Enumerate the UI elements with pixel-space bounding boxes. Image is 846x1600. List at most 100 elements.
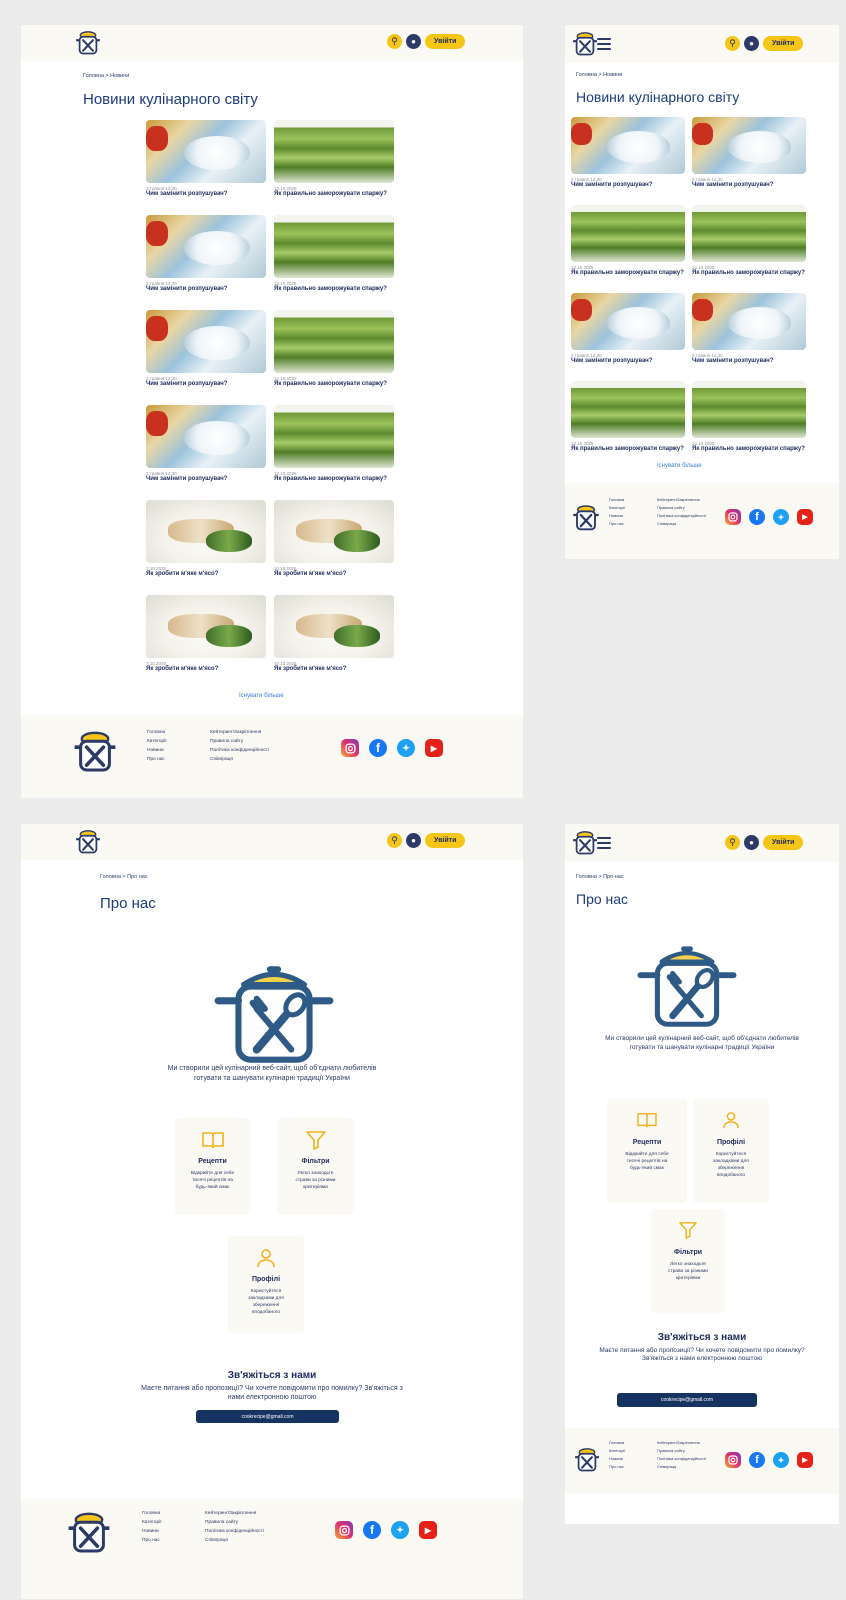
user-icon[interactable]: ● — [406, 833, 421, 848]
menu-icon[interactable] — [597, 837, 611, 849]
footer-link[interactable]: Категорії — [142, 1520, 162, 1525]
news-card[interactable]: 7.10.2025 Як зробити м'яке м'ясо? — [146, 595, 266, 673]
twitter-icon[interactable]: ✦ — [391, 1521, 409, 1539]
facebook-icon[interactable]: f — [363, 1521, 381, 1539]
news-title[interactable]: Як зробити м'яке м'ясо? — [146, 666, 266, 673]
footer-link[interactable]: Головна — [142, 1511, 162, 1516]
footer-link[interactable]: Правила сайту — [205, 1520, 264, 1525]
search-icon[interactable]: ⚲ — [725, 36, 740, 51]
instagram-icon[interactable] — [335, 1521, 353, 1539]
news-thumbnail[interactable] — [146, 120, 266, 183]
news-thumbnail[interactable] — [274, 500, 394, 563]
footer-link[interactable]: Новини — [609, 513, 625, 518]
twitter-icon[interactable]: ✦ — [773, 509, 789, 525]
login-button[interactable]: Увійти — [425, 34, 466, 49]
youtube-icon[interactable]: ▶ — [425, 739, 443, 757]
news-title[interactable]: Як правильно заморожувати спаржу? — [692, 446, 806, 453]
footer-link[interactable]: Співпраця — [210, 757, 269, 762]
footer-link[interactable]: Категорії — [147, 739, 167, 744]
news-title[interactable]: Чим замінити розпушувач? — [571, 358, 685, 365]
footer-link[interactable]: Про нас — [142, 1538, 162, 1543]
news-title[interactable]: Як правильно заморожувати спаржу? — [692, 270, 806, 277]
breadcrumb[interactable]: Головна > Про нас — [576, 874, 624, 880]
youtube-icon[interactable]: ▶ — [797, 1452, 813, 1468]
footer-link[interactable]: Категорії — [609, 505, 625, 510]
login-button[interactable]: Увійти — [425, 833, 466, 848]
news-title[interactable]: Як правильно заморожувати спаржу? — [274, 476, 394, 483]
news-thumbnail[interactable] — [571, 205, 685, 262]
footer-link[interactable]: Кейтеринг/Закріплення — [657, 1440, 706, 1445]
footer-link[interactable]: Про нас — [609, 521, 625, 526]
login-button[interactable]: Увійти — [763, 835, 804, 850]
footer-link[interactable]: Співпраця — [657, 1464, 706, 1469]
footer-link[interactable]: Співпраця — [205, 1538, 264, 1543]
news-thumbnail[interactable] — [692, 381, 806, 438]
news-thumbnail[interactable] — [146, 595, 266, 658]
footer-link[interactable]: Кейтеринг/Закріплення — [210, 730, 269, 735]
news-thumbnail[interactable] — [692, 117, 806, 174]
search-icon[interactable]: ⚲ — [387, 833, 402, 848]
logo-icon[interactable] — [74, 828, 102, 856]
youtube-icon[interactable]: ▶ — [419, 1521, 437, 1539]
twitter-icon[interactable]: ✦ — [397, 739, 415, 757]
news-card[interactable]: 12.10.2025 Як правильно заморожувати спар… — [274, 120, 394, 198]
logo-icon[interactable] — [571, 30, 599, 58]
news-thumbnail[interactable] — [274, 215, 394, 278]
footer-link[interactable]: Кейтеринг/Закріплення — [205, 1511, 264, 1516]
footer-link[interactable]: Кейтеринг/Закріплення — [657, 497, 706, 502]
news-title[interactable]: Як правильно заморожувати спаржу? — [274, 381, 394, 388]
logo-icon[interactable] — [74, 29, 102, 57]
footer-link[interactable]: Новини — [142, 1529, 162, 1534]
facebook-icon[interactable]: f — [749, 1452, 765, 1468]
footer-link[interactable]: Правила сайту — [657, 505, 706, 510]
news-card[interactable]: 12.10.2025 Як правильно заморожувати спар… — [571, 205, 685, 277]
footer-link[interactable]: Правила сайту — [210, 739, 269, 744]
login-button[interactable]: Увійти — [763, 36, 804, 51]
news-card[interactable]: 2 травня 12:30 Чим замінити розпушувач? — [571, 117, 685, 189]
instagram-icon[interactable] — [341, 739, 359, 757]
news-title[interactable]: Як правильно заморожувати спаржу? — [274, 191, 394, 198]
news-card[interactable]: 2 травня 12:30 Чим замінити розпушувач? — [692, 117, 806, 189]
footer-link[interactable]: Новини — [147, 748, 167, 753]
footer-link[interactable]: Політика конфіденційності — [657, 1456, 706, 1461]
news-title[interactable]: Чим замінити розпушувач? — [692, 358, 806, 365]
news-card[interactable]: 10.10.2025 Як зробити м'яке м'ясо? — [274, 595, 394, 673]
footer-link[interactable]: Головна — [147, 730, 167, 735]
news-card[interactable]: 10.10.2025 Як зробити м'яке м'ясо? — [274, 500, 394, 578]
news-card[interactable]: 12.10.2025 Як правильно заморожувати спар… — [274, 310, 394, 388]
footer-link[interactable]: Категорії — [609, 1448, 625, 1453]
news-card[interactable]: 12.10.2025 Як правильно заморожувати спар… — [692, 381, 806, 453]
email-button[interactable]: cookrecipe@gmail.com — [617, 1393, 757, 1407]
footer-link[interactable]: Політика конфіденційності — [205, 1529, 264, 1534]
twitter-icon[interactable]: ✦ — [773, 1452, 789, 1468]
news-title[interactable]: Як зробити м'яке м'ясо? — [274, 666, 394, 673]
news-thumbnail[interactable] — [571, 381, 685, 438]
youtube-icon[interactable]: ▶ — [797, 509, 813, 525]
facebook-icon[interactable]: f — [369, 739, 387, 757]
news-card[interactable]: 2 травня 12:30 Чим замінити розпушувач? — [692, 293, 806, 365]
news-thumbnail[interactable] — [274, 405, 394, 468]
news-card[interactable]: 2 травня 12:30 Чим замінити розпушувач? — [571, 293, 685, 365]
news-card[interactable]: 2 травня 12:30 Чим замінити розпушувач? — [146, 310, 266, 388]
news-thumbnail[interactable] — [571, 117, 685, 174]
user-icon[interactable]: ● — [406, 34, 421, 49]
footer-link[interactable]: Політика конфіденційності — [657, 513, 706, 518]
breadcrumb[interactable]: Головна > Новини — [576, 72, 622, 78]
breadcrumb[interactable]: Головна > Новини — [83, 73, 129, 79]
load-more-link[interactable]: Існувати більше — [657, 463, 702, 469]
footer-link[interactable]: Правила сайту — [657, 1448, 706, 1453]
news-thumbnail[interactable] — [146, 310, 266, 373]
news-title[interactable]: Чим замінити розпушувач? — [146, 476, 266, 483]
news-card[interactable]: 12.10.2025 Як правильно заморожувати спар… — [274, 215, 394, 293]
news-thumbnail[interactable] — [146, 405, 266, 468]
news-card[interactable]: 12.10.2025 Як правильно заморожувати спар… — [692, 205, 806, 277]
news-card[interactable]: 7.10.2025 Як зробити м'яке м'ясо? — [146, 500, 266, 578]
menu-icon[interactable] — [597, 38, 611, 50]
footer-link[interactable]: Головна — [609, 497, 625, 502]
news-thumbnail[interactable] — [274, 310, 394, 373]
footer-link[interactable]: Політика конфіденційності — [210, 748, 269, 753]
news-title[interactable]: Чим замінити розпушувач? — [146, 381, 266, 388]
news-card[interactable]: 2 травня 12:30 Чим замінити розпушувач? — [146, 405, 266, 483]
news-thumbnail[interactable] — [571, 293, 685, 350]
news-title[interactable]: Чим замінити розпушувач? — [571, 182, 685, 189]
